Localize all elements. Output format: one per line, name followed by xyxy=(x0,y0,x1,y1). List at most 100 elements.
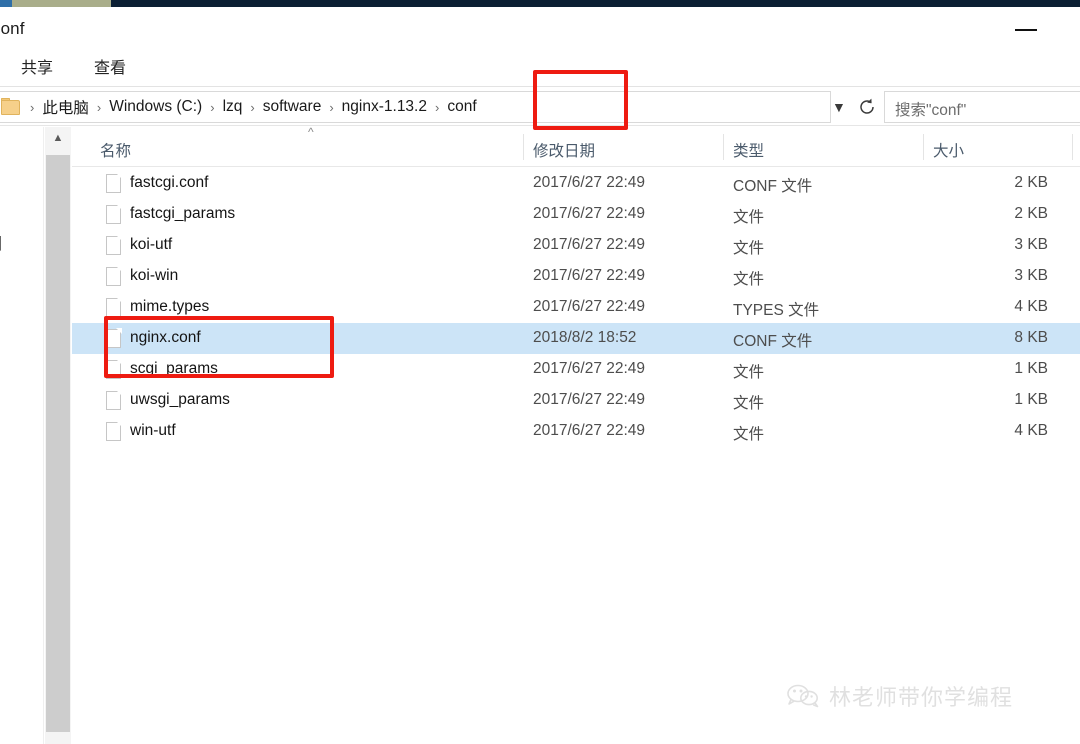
column-header-date[interactable]: 修改日期 xyxy=(533,139,595,161)
breadcrumb-item-this-pc[interactable]: 此电脑 xyxy=(37,94,94,120)
column-header-type[interactable]: 类型 xyxy=(733,139,764,161)
tab-view[interactable]: 查看 xyxy=(94,54,126,78)
cell-file-type: 文件 xyxy=(733,209,765,226)
cell-file-name: fastcgi.conf xyxy=(130,174,209,191)
breadcrumb-item-windows-c[interactable]: Windows (C:) xyxy=(104,96,207,118)
sort-indicator-icon: ^ xyxy=(308,125,314,139)
table-row[interactable]: scgi_params 2017/6/27 22:49 文件 1 KB xyxy=(72,354,1080,385)
cell-file-size: 4 KB xyxy=(1014,422,1048,439)
table-row[interactable]: fastcgi_params 2017/6/27 22:49 文件 2 KB xyxy=(72,199,1080,230)
title-bar: conf xyxy=(0,7,1080,45)
file-icon xyxy=(106,173,122,193)
explorer-window: conf 共享 查看 › 此电脑 › Windows (C:) › lzq › … xyxy=(0,0,1080,744)
file-icon xyxy=(106,359,122,379)
cell-modified-date: 2017/6/27 22:49 xyxy=(533,174,646,191)
cell-file-name: mime.types xyxy=(130,298,210,315)
refresh-icon[interactable] xyxy=(856,96,878,118)
background-window-strip-blue xyxy=(0,0,12,7)
nav-pane-divider xyxy=(43,127,44,744)
file-icon xyxy=(106,390,122,410)
table-row[interactable]: fastcgi.conf 2017/6/27 22:49 CONF 文件 2 KB xyxy=(72,168,1080,199)
table-row[interactable]: uwsgi_params 2017/6/27 22:49 文件 1 KB xyxy=(72,385,1080,416)
cell-modified-date: 2017/6/27 22:49 xyxy=(533,205,646,222)
breadcrumb-separator: › xyxy=(434,99,440,115)
cell-file-type: 文件 xyxy=(733,426,765,443)
table-row[interactable]: win-utf 2017/6/27 22:49 文件 4 KB xyxy=(72,416,1080,447)
cell-file-type: CONF 文件 xyxy=(733,178,813,195)
background-window-strip xyxy=(0,0,1080,7)
chevron-up-icon: ▲ xyxy=(52,131,64,144)
table-row[interactable]: koi-utf 2017/6/27 22:49 文件 3 KB xyxy=(72,230,1080,261)
nav-item-cut-label[interactable]: 导图 xyxy=(0,230,2,254)
cell-file-name: uwsgi_params xyxy=(130,391,230,408)
tab-share[interactable]: 共享 xyxy=(21,54,53,78)
cell-file-size: 2 KB xyxy=(1014,174,1048,191)
file-list-area: 名称 ^ 修改日期 类型 大小 fastcgi.conf 2017/6/27 22… xyxy=(72,125,1080,744)
address-bar-row: › 此电脑 › Windows (C:) › lzq › software › … xyxy=(0,86,1080,126)
window-title: conf xyxy=(0,19,25,38)
cell-file-name: koi-utf xyxy=(130,236,173,253)
breadcrumb-item-lzq[interactable]: lzq xyxy=(218,96,248,118)
search-placeholder: 搜索"conf" xyxy=(895,102,967,119)
cell-file-type: 文件 xyxy=(733,271,765,288)
cell-file-size: 4 KB xyxy=(1014,298,1048,315)
column-header-size[interactable]: 大小 xyxy=(933,139,964,161)
scroll-up-button[interactable]: ▲ xyxy=(45,127,71,149)
cell-modified-date: 2017/6/27 22:49 xyxy=(533,391,646,408)
search-input[interactable]: 搜索"conf" xyxy=(884,91,1080,123)
cell-file-size: 2 KB xyxy=(1014,205,1048,222)
cell-modified-date: 2017/6/27 22:49 xyxy=(533,422,646,439)
table-row[interactable]: nginx.conf 2018/8/2 18:52 CONF 文件 8 KB xyxy=(72,323,1080,354)
file-icon xyxy=(106,328,122,348)
breadcrumb-separator: › xyxy=(250,99,255,115)
cell-modified-date: 2018/8/2 18:52 xyxy=(533,329,637,346)
cell-file-size: 8 KB xyxy=(1014,329,1048,346)
file-icon xyxy=(106,421,122,441)
file-icon xyxy=(106,297,122,317)
cell-file-type: TYPES 文件 xyxy=(733,302,820,319)
cell-modified-date: 2017/6/27 22:49 xyxy=(533,267,646,284)
file-icon xyxy=(106,204,122,224)
file-icon xyxy=(106,266,122,286)
table-row[interactable]: koi-win 2017/6/27 22:49 文件 3 KB xyxy=(72,261,1080,292)
ribbon-tab-bar: 共享 查看 xyxy=(0,45,1080,86)
cell-modified-date: 2017/6/27 22:49 xyxy=(533,236,646,253)
chevron-down-icon[interactable]: ▼ xyxy=(832,99,846,115)
breadcrumb-separator: › xyxy=(30,99,35,115)
column-divider[interactable] xyxy=(923,134,924,160)
cell-file-name: win-utf xyxy=(130,422,176,439)
minimize-button[interactable] xyxy=(1000,14,1052,46)
column-divider[interactable] xyxy=(523,134,524,160)
breadcrumb-item-nginx[interactable]: nginx-1.13.2 xyxy=(337,96,432,118)
navigation-pane: 导图 (C:) xyxy=(0,127,44,744)
column-divider[interactable] xyxy=(1072,134,1073,160)
cell-file-type: CONF 文件 xyxy=(733,333,813,350)
cell-file-name: koi-win xyxy=(130,267,179,284)
cell-file-size: 3 KB xyxy=(1014,236,1048,253)
background-window-strip-olive xyxy=(12,0,111,7)
breadcrumb-item-software[interactable]: software xyxy=(258,96,327,118)
cell-file-type: 文件 xyxy=(733,364,765,381)
breadcrumb-separator: › xyxy=(210,99,215,115)
column-divider[interactable] xyxy=(723,134,724,160)
cell-file-size: 1 KB xyxy=(1014,391,1048,408)
nav-scrollbar[interactable]: ▲ xyxy=(45,127,71,744)
address-bar[interactable]: › 此电脑 › Windows (C:) › lzq › software › … xyxy=(0,91,831,123)
cell-modified-date: 2017/6/27 22:49 xyxy=(533,360,646,377)
cell-file-type: 文件 xyxy=(733,240,765,257)
cell-modified-date: 2017/6/27 22:49 xyxy=(533,298,646,315)
table-row[interactable]: mime.types 2017/6/27 22:49 TYPES 文件 4 KB xyxy=(72,292,1080,323)
cell-file-size: 1 KB xyxy=(1014,360,1048,377)
breadcrumb-separator: › xyxy=(96,99,102,115)
cell-file-name: nginx.conf xyxy=(130,329,201,346)
column-header-row: 名称 ^ 修改日期 类型 大小 xyxy=(72,125,1080,167)
minimize-icon xyxy=(1015,29,1037,31)
breadcrumb-separator: › xyxy=(329,99,334,115)
breadcrumb-item-conf[interactable]: conf xyxy=(442,96,481,118)
cell-file-size: 3 KB xyxy=(1014,267,1048,284)
scrollbar-thumb[interactable] xyxy=(46,155,70,732)
breadcrumb: › 此电脑 › Windows (C:) › lzq › software › … xyxy=(27,94,482,120)
column-header-name[interactable]: 名称 xyxy=(100,139,131,161)
file-rows: fastcgi.conf 2017/6/27 22:49 CONF 文件 2 KB fa… xyxy=(72,168,1080,447)
file-icon xyxy=(106,235,122,255)
